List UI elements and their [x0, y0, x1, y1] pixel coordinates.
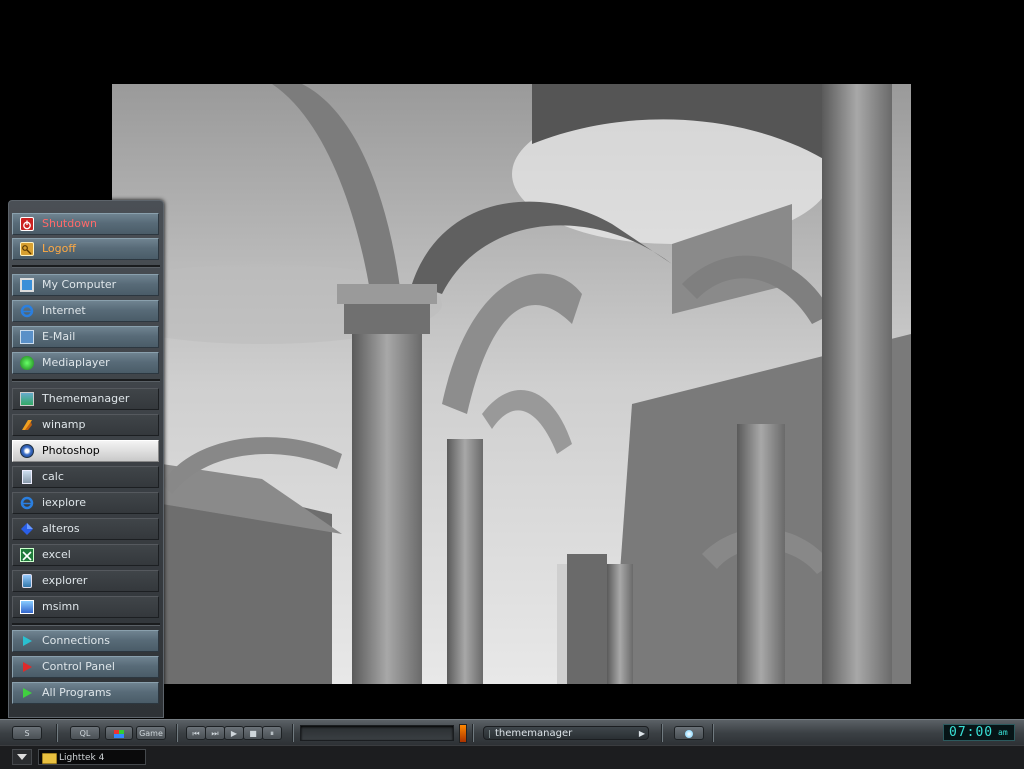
menu-item-label: Internet: [42, 304, 86, 317]
menu-item-connections[interactable]: Connections: [12, 630, 159, 652]
clock[interactable]: 07:00 am: [943, 724, 1015, 741]
tray-button[interactable]: [674, 726, 704, 740]
mediaplayer-icon: [20, 356, 34, 370]
menu-item-my-computer[interactable]: My Computer: [12, 274, 159, 296]
menu-item-label: excel: [42, 548, 71, 561]
taskbar: S QL Game ⏮ ⏭ ▶ ■ ⏸ | thememanager ▶ 07:…: [0, 719, 1024, 746]
explorer-icon: [22, 574, 32, 588]
menu-item-label: Mediaplayer: [42, 356, 110, 369]
menu-item-label: Thememanager: [42, 392, 130, 405]
menu-item-photoshop[interactable]: Photoshop: [12, 440, 159, 462]
key-icon: [20, 242, 34, 256]
menu-item-label: msimn: [42, 600, 80, 613]
selector-left-icon: |: [488, 729, 491, 738]
menu-item-label: E-Mail: [42, 330, 76, 343]
menu-item-iexplore[interactable]: iexplore: [12, 492, 159, 514]
internet-explorer-icon: [20, 304, 34, 318]
menu-item-all-programs[interactable]: All Programs: [12, 682, 159, 704]
taskbar-separator: [176, 724, 178, 742]
menu-item-email[interactable]: E-Mail: [12, 326, 159, 348]
photoshop-icon: [20, 444, 34, 458]
arrow-right-icon: [20, 660, 34, 674]
game-button[interactable]: Game: [136, 726, 166, 740]
menu-separator: [12, 265, 160, 268]
menu-separator: [12, 623, 160, 626]
play-icon: ▶: [230, 729, 238, 738]
media-stop-button[interactable]: ■: [243, 726, 263, 740]
menu-item-shutdown[interactable]: Shutdown: [12, 213, 159, 235]
theme-selector-value: thememanager: [495, 728, 573, 739]
email-icon: [20, 330, 34, 344]
menu-item-excel[interactable]: excel: [12, 544, 159, 566]
clock-meridiem: am: [998, 728, 1008, 737]
taskbar-window-button[interactable]: Lighttek 4: [38, 749, 146, 765]
alteros-icon: [20, 522, 34, 536]
menu-item-mediaplayer[interactable]: Mediaplayer: [12, 352, 159, 374]
next-icon: ⏭: [211, 729, 219, 738]
start-menu: Shutdown Logoff My Computer Internet E-M…: [8, 200, 164, 718]
menu-item-winamp[interactable]: winamp: [12, 414, 159, 436]
quicklaunch-button[interactable]: QL: [70, 726, 100, 740]
menu-item-alteros[interactable]: alteros: [12, 518, 159, 540]
media-progress-bar[interactable]: [300, 725, 454, 741]
chevron-down-icon: [17, 754, 27, 760]
menu-item-logoff[interactable]: Logoff: [12, 238, 159, 260]
thememanager-icon: [20, 392, 34, 406]
internet-explorer-icon: [20, 496, 34, 510]
task-bar-bottom: Lighttek 4: [0, 745, 1024, 769]
menu-item-label: iexplore: [42, 496, 86, 509]
menu-item-label: Connections: [42, 634, 110, 647]
desktop-wallpaper: [112, 84, 911, 684]
pause-icon: ⏸: [270, 729, 274, 738]
menu-item-label: winamp: [42, 418, 86, 431]
winamp-icon: [20, 418, 34, 432]
windows-flag-button[interactable]: [105, 726, 133, 740]
folder-icon: [42, 753, 57, 764]
chevron-right-icon: ▶: [638, 729, 645, 738]
theme-selector[interactable]: | thememanager ▶: [483, 726, 649, 740]
menu-item-internet[interactable]: Internet: [12, 300, 159, 322]
menu-item-label: My Computer: [42, 278, 117, 291]
menu-item-label: alteros: [42, 522, 80, 535]
excel-icon: [20, 548, 34, 562]
menu-item-label: calc: [42, 470, 64, 483]
menu-item-label: Shutdown: [42, 217, 97, 230]
media-next-button[interactable]: ⏭: [205, 726, 225, 740]
menu-item-control-panel[interactable]: Control Panel: [12, 656, 159, 678]
start-button[interactable]: S: [12, 726, 42, 740]
menu-item-explorer[interactable]: explorer: [12, 570, 159, 592]
arrow-right-icon: [20, 686, 34, 700]
windows-flag-icon: [114, 730, 124, 738]
computer-icon: [20, 278, 34, 292]
menu-item-label: Logoff: [42, 242, 76, 255]
menu-item-label: All Programs: [42, 686, 112, 699]
calculator-icon: [22, 470, 32, 484]
volume-meter[interactable]: [459, 724, 467, 743]
taskbar-separator: [292, 724, 294, 742]
menu-separator: [12, 379, 160, 382]
taskbar-window-label: Lighttek 4: [59, 753, 105, 763]
shutdown-icon: [20, 217, 34, 231]
clock-time: 07:00: [949, 725, 994, 740]
arrow-right-icon: [20, 634, 34, 648]
outlook-express-icon: [20, 600, 34, 614]
taskbar-separator: [712, 724, 714, 742]
menu-toggle-button[interactable]: [12, 749, 32, 765]
taskbar-separator: [661, 724, 663, 742]
menu-item-msimn[interactable]: msimn: [12, 596, 159, 618]
media-play-button[interactable]: ▶: [224, 726, 244, 740]
media-prev-button[interactable]: ⏮: [186, 726, 206, 740]
menu-item-thememanager[interactable]: Thememanager: [12, 388, 159, 410]
menu-item-label: explorer: [42, 574, 88, 587]
menu-item-label: Control Panel: [42, 660, 115, 673]
media-pause-button[interactable]: ⏸: [262, 726, 282, 740]
prev-icon: ⏮: [192, 729, 200, 738]
menu-item-calc[interactable]: calc: [12, 466, 159, 488]
tray-orb-icon: [685, 730, 693, 738]
stop-icon: ■: [249, 729, 257, 738]
taskbar-separator: [472, 724, 474, 742]
menu-item-label: Photoshop: [42, 444, 100, 457]
taskbar-separator: [56, 724, 58, 742]
